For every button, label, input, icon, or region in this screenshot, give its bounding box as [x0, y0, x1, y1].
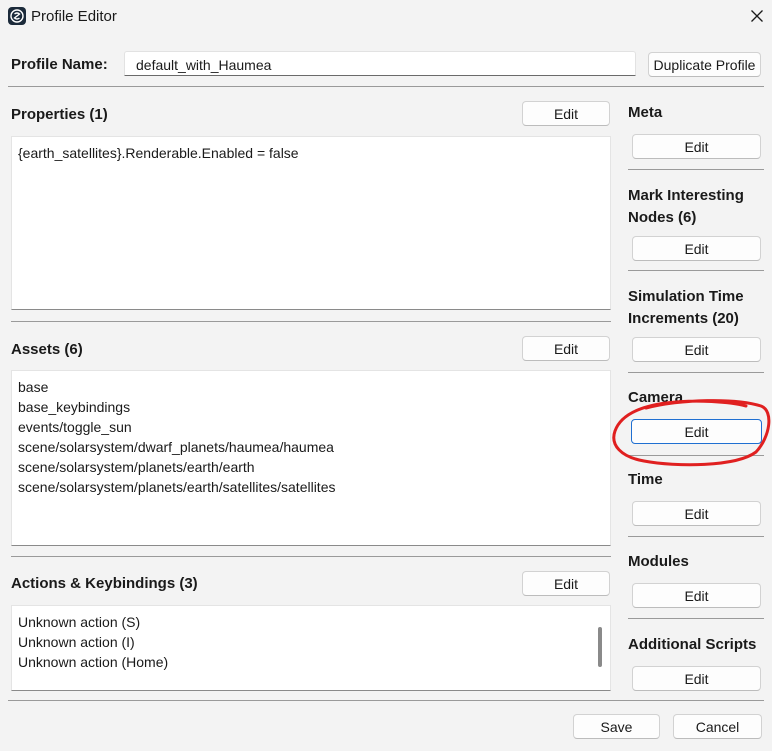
openspace-app-icon — [8, 7, 26, 25]
scripts-title: Additional Scripts — [628, 636, 757, 653]
list-item: events/toggle_sun — [18, 419, 132, 435]
actions-scrollbar[interactable] — [598, 627, 602, 667]
time-title: Time — [628, 471, 663, 488]
assets-title: Assets (6) — [11, 341, 83, 358]
divider — [628, 169, 764, 170]
list-item: base — [18, 379, 49, 395]
profile-name-label: Profile Name: — [11, 56, 108, 73]
list-item: Unknown action (S) — [18, 614, 141, 630]
mark-nodes-title-line: Mark Interesting — [628, 187, 744, 204]
mark-nodes-title-line: Nodes (6) — [628, 209, 697, 226]
duplicate-profile-button[interactable]: Duplicate Profile — [648, 52, 761, 77]
mark-nodes-edit-button[interactable]: Edit — [632, 236, 761, 261]
scripts-edit-button[interactable]: Edit — [632, 666, 761, 691]
divider — [8, 86, 764, 87]
divider — [628, 618, 764, 619]
list-item: scene/solarsystem/planets/earth/satellit… — [18, 479, 336, 495]
divider — [628, 270, 764, 271]
actions-title: Actions & Keybindings (3) — [11, 575, 198, 592]
sim-time-title-line: Simulation Time — [628, 288, 744, 305]
list-item: Unknown action (Home) — [18, 654, 169, 670]
assets-edit-button[interactable]: Edit — [522, 336, 610, 361]
time-edit-button[interactable]: Edit — [632, 501, 761, 526]
properties-edit-button[interactable]: Edit — [522, 101, 610, 126]
assets-list: base base_keybindings events/toggle_sun … — [11, 370, 611, 546]
camera-title: Camera — [628, 389, 684, 406]
properties-title: Properties (1) — [11, 106, 108, 123]
profile-name-input[interactable]: default_with_Haumea — [124, 51, 636, 76]
divider — [11, 556, 611, 557]
divider — [11, 321, 611, 322]
list-item: base_keybindings — [18, 399, 131, 415]
divider — [628, 536, 764, 537]
sim-time-edit-button[interactable]: Edit — [632, 337, 761, 362]
divider — [628, 455, 764, 456]
camera-edit-button[interactable]: Edit — [631, 419, 762, 444]
list-item: scene/solarsystem/planets/earth/earth — [18, 459, 255, 475]
meta-edit-button[interactable]: Edit — [632, 134, 761, 159]
properties-list: {earth_satellites}.Renderable.Enabled = … — [11, 136, 611, 310]
divider — [8, 700, 764, 701]
mark-nodes-title: Mark Interesting Nodes (6) — [628, 185, 744, 229]
sim-time-title-line: Increments (20) — [628, 310, 739, 327]
actions-edit-button[interactable]: Edit — [522, 571, 610, 596]
window-title: Profile Editor — [31, 8, 117, 25]
sim-time-title: Simulation Time Increments (20) — [628, 286, 744, 330]
list-item: {earth_satellites}.Renderable.Enabled = … — [18, 145, 299, 161]
list-item: Unknown action (I) — [18, 634, 135, 650]
modules-title: Modules — [628, 553, 689, 570]
close-icon[interactable] — [742, 2, 772, 30]
divider — [628, 372, 764, 373]
save-button[interactable]: Save — [573, 714, 660, 739]
cancel-button[interactable]: Cancel — [673, 714, 762, 739]
actions-list: Unknown action (S) Unknown action (I) Un… — [11, 605, 611, 691]
meta-title: Meta — [628, 104, 663, 121]
list-item: scene/solarsystem/dwarf_planets/haumea/h… — [18, 439, 334, 455]
modules-edit-button[interactable]: Edit — [632, 583, 761, 608]
